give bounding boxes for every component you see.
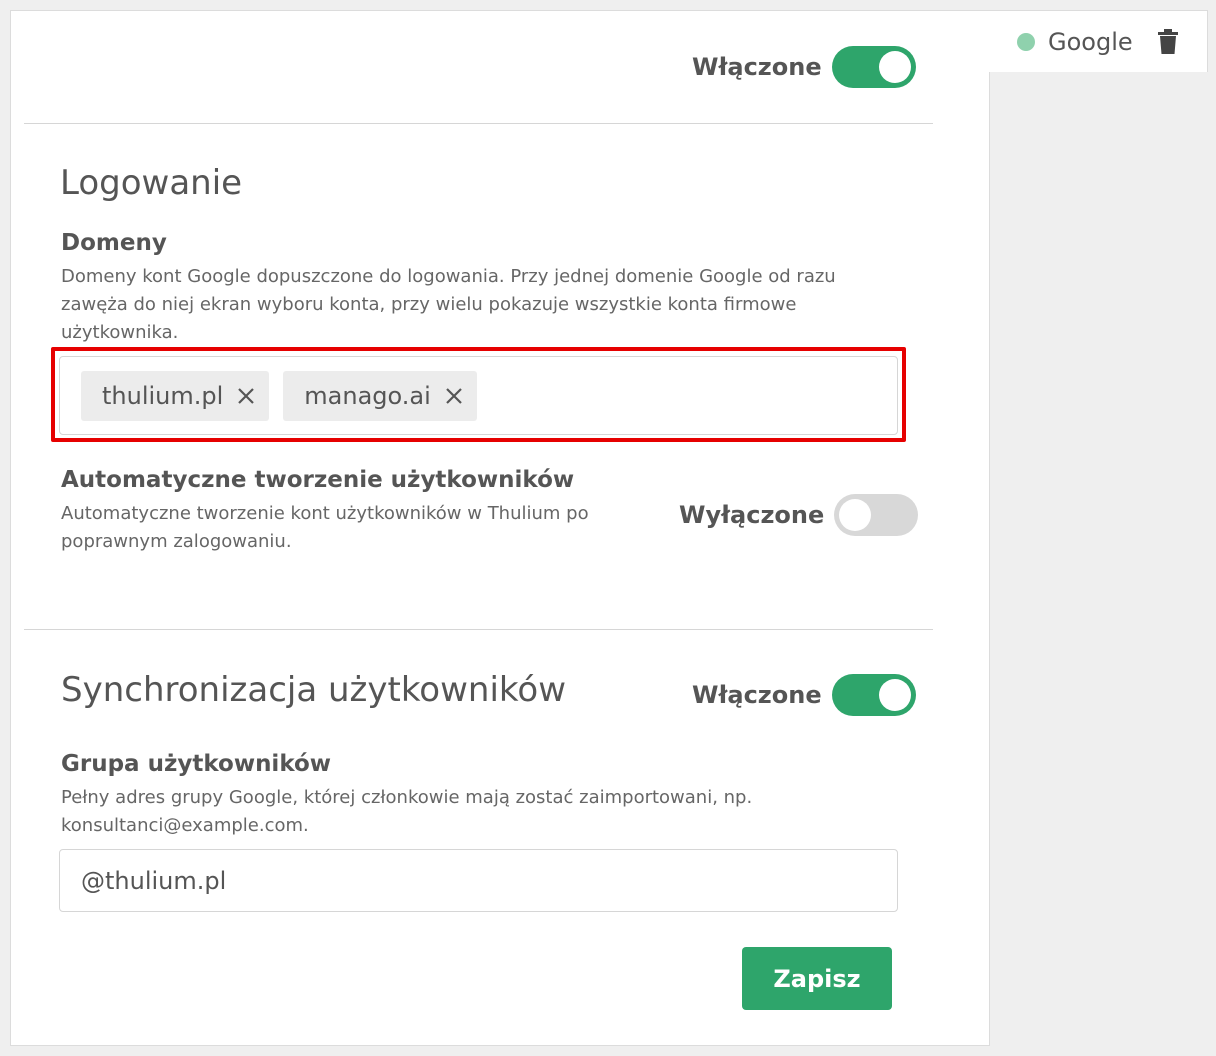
- domains-description-line: zawęża do niej ekran wyboru konta, przy …: [61, 294, 797, 315]
- group-description-line: konsultanci@example.com.: [61, 815, 309, 836]
- auto-create-toggle-row: Wyłączone: [679, 494, 919, 536]
- auto-create-description: Automatyczne tworzenie kont użytkowników…: [61, 500, 589, 556]
- auto-create-toggle-label: Wyłączone: [679, 501, 825, 529]
- close-icon[interactable]: [237, 387, 255, 405]
- domains-title: Domeny: [61, 230, 167, 256]
- auto-create-description-line: Automatyczne tworzenie kont użytkowników…: [61, 503, 589, 524]
- provider-tab[interactable]: Google: [989, 10, 1208, 72]
- domain-tag-label: thulium.pl: [102, 381, 224, 410]
- divider: [24, 123, 933, 124]
- save-button[interactable]: Zapisz: [742, 947, 892, 1010]
- auto-create-title: Automatyczne tworzenie użytkowników: [61, 467, 575, 493]
- toggle-knob: [839, 499, 872, 531]
- provider-tab-label: Google: [1048, 27, 1133, 56]
- main-toggle[interactable]: [831, 46, 916, 88]
- sync-toggle-row: Włączone: [692, 674, 916, 716]
- divider: [24, 629, 933, 630]
- toggle-knob: [878, 679, 911, 711]
- domains-tag-input[interactable]: thulium.pl manago.ai: [59, 356, 898, 435]
- sync-section-title: Synchronizacja użytkowników: [61, 670, 567, 710]
- trash-icon[interactable]: [1157, 28, 1179, 55]
- sync-toggle-label: Włączone: [692, 681, 822, 709]
- close-icon[interactable]: [445, 387, 463, 405]
- domains-description: Domeny kont Google dopuszczone do logowa…: [61, 263, 836, 347]
- group-description: Pełny adres grupy Google, której członko…: [61, 784, 752, 840]
- login-section-title: Logowanie: [60, 163, 243, 203]
- domain-tag: thulium.pl: [81, 370, 270, 421]
- auto-create-description-line: poprawnym zalogowaniu.: [61, 531, 292, 552]
- main-toggle-row: Włączone: [692, 46, 916, 88]
- group-email-input[interactable]: [59, 849, 898, 912]
- group-title: Grupa użytkowników: [61, 751, 332, 777]
- domain-tag-label: manago.ai: [304, 381, 431, 410]
- status-dot: [1017, 32, 1035, 51]
- main-toggle-label: Włączone: [692, 53, 822, 81]
- domain-tag: manago.ai: [283, 370, 477, 421]
- domains-description-line: użytkownika.: [61, 322, 179, 343]
- auto-create-toggle[interactable]: [834, 494, 919, 536]
- group-description-line: Pełny adres grupy Google, której członko…: [61, 787, 753, 808]
- domains-description-line: Domeny kont Google dopuszczone do logowa…: [61, 266, 836, 287]
- sync-toggle[interactable]: [831, 674, 916, 716]
- toggle-knob: [878, 51, 911, 83]
